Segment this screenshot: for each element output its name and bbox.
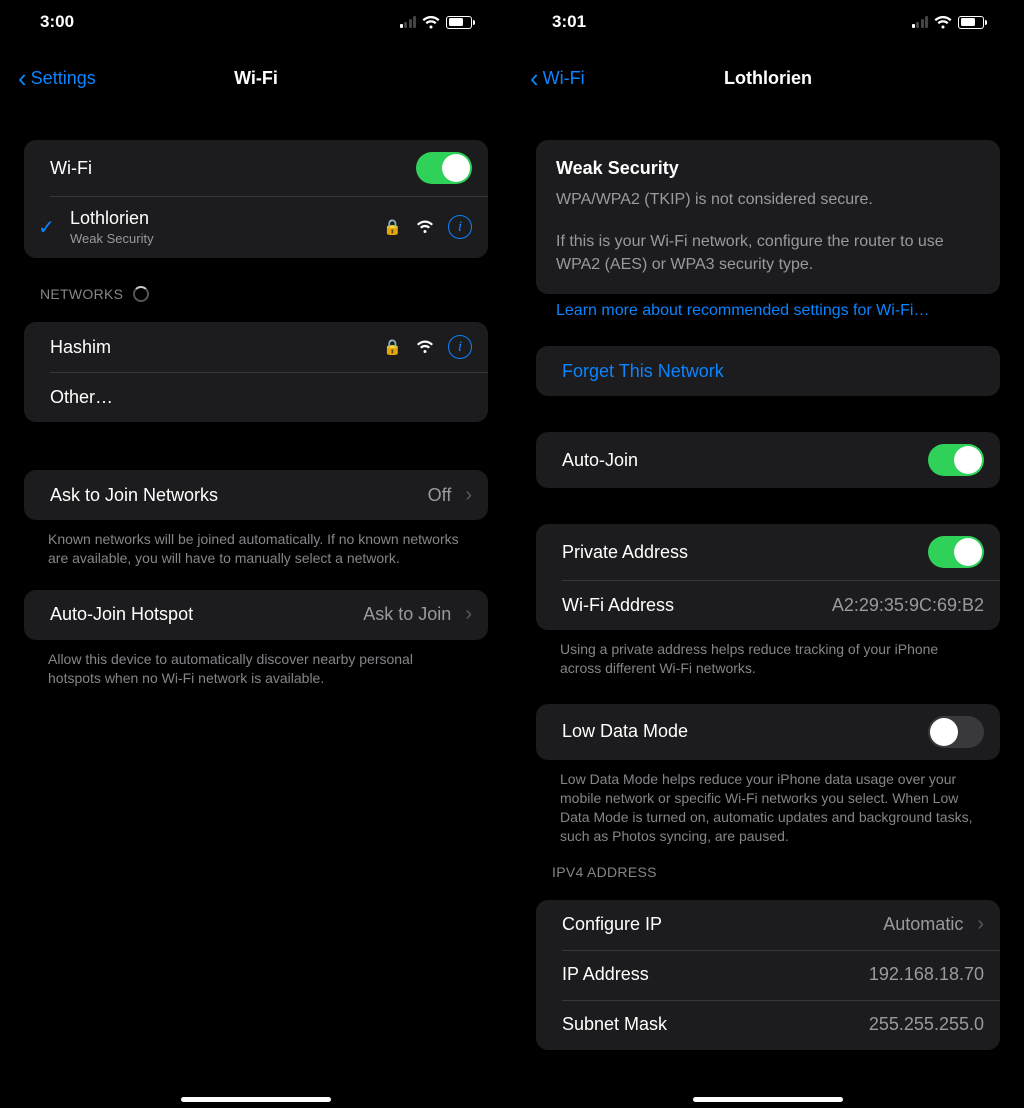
info-icon[interactable]: i [448,215,472,239]
network-detail-screen: 3:01 ‹ Wi-Fi Lothlorien Weak Security WP… [512,0,1024,1108]
lock-icon: 🔒 [383,338,402,356]
hotspot-value: Ask to Join [363,604,451,625]
auto-join-label: Auto-Join [562,450,638,471]
private-address-group: Private Address Wi-Fi Address A2:29:35:9… [536,524,1000,630]
other-label: Other… [50,387,113,408]
battery-icon [446,16,472,29]
low-data-label: Low Data Mode [562,721,688,742]
info-icon[interactable]: i [448,335,472,359]
status-time: 3:01 [552,12,586,32]
back-button[interactable]: ‹ Settings [18,65,96,91]
wifi-address-value: A2:29:35:9C:69:B2 [832,595,984,616]
subnet-mask-row: Subnet Mask 255.255.255.0 [536,1000,1000,1050]
ip-address-row: IP Address 192.168.18.70 [536,950,1000,1000]
wifi-icon [934,16,952,29]
network-name: Hashim [50,337,111,358]
hotspot-group: Auto-Join Hotspot Ask to Join › [24,590,488,640]
cellular-icon [400,16,417,28]
auto-join-row[interactable]: Auto-Join [536,432,1000,488]
check-icon: ✓ [38,215,55,240]
chevron-right-icon: › [465,484,472,507]
learn-more-link[interactable]: Learn more about recommended settings fo… [536,294,1000,320]
lock-icon: 🔒 [383,218,402,236]
chevron-left-icon: ‹ [18,65,27,91]
chevron-left-icon: ‹ [530,65,539,91]
connected-name: Lothlorien [70,208,154,229]
ipv4-group: Configure IP Automatic › IP Address 192.… [536,900,1000,1050]
status-bar: 3:00 [24,0,488,44]
hotspot-footer: Allow this device to automatically disco… [24,640,488,688]
connected-network-row[interactable]: ✓ Lothlorien Weak Security 🔒 i [24,196,488,258]
status-bar: 3:01 [536,0,1000,44]
ask-join-value: Off [428,485,452,506]
status-right [912,16,985,29]
status-right [400,16,473,29]
nav-bar: ‹ Settings Wi-Fi [24,52,488,104]
back-label: Wi-Fi [543,68,585,89]
forget-group: Forget This Network [536,346,1000,396]
wifi-icon [422,16,440,29]
wifi-label: Wi-Fi [50,158,92,179]
ipv4-header: IPV4 ADDRESS [536,864,1000,880]
status-time: 3:00 [40,12,74,32]
low-data-group: Low Data Mode [536,704,1000,760]
wifi-settings-screen: 3:00 ‹ Settings Wi-Fi Wi-Fi ✓ Lothlorien [0,0,512,1108]
wifi-toggle-group: Wi-Fi ✓ Lothlorien Weak Security 🔒 i [24,140,488,258]
hotspot-label: Auto-Join Hotspot [50,604,193,625]
networks-header: NETWORKS [24,286,488,302]
wifi-address-label: Wi-Fi Address [562,595,674,616]
security-line2: If this is your Wi-Fi network, configure… [556,231,980,276]
home-indicator[interactable] [693,1097,843,1102]
back-label: Settings [31,68,96,89]
auto-join-toggle[interactable] [928,444,984,476]
ask-join-label: Ask to Join Networks [50,485,218,506]
configure-ip-value: Automatic [883,914,963,935]
forget-label: Forget This Network [562,361,724,382]
private-address-toggle[interactable] [928,536,984,568]
security-warning: Weak Security WPA/WPA2 (TKIP) is not con… [536,140,1000,294]
chevron-right-icon: › [977,913,984,936]
connected-sub: Weak Security [70,231,154,246]
nav-bar: ‹ Wi-Fi Lothlorien [536,52,1000,104]
home-indicator[interactable] [181,1097,331,1102]
network-row[interactable]: Hashim 🔒 i [24,322,488,372]
wifi-toggle-row[interactable]: Wi-Fi [24,140,488,196]
page-title: Lothlorien [536,68,1000,89]
back-button[interactable]: ‹ Wi-Fi [530,65,585,91]
low-data-row[interactable]: Low Data Mode [536,704,1000,760]
security-title: Weak Security [556,158,980,179]
ip-address-label: IP Address [562,964,649,985]
auto-join-group: Auto-Join [536,432,1000,488]
configure-ip-row[interactable]: Configure IP Automatic › [536,900,1000,950]
cellular-icon [912,16,929,28]
ip-address-value: 192.168.18.70 [869,964,984,985]
ask-join-group: Ask to Join Networks Off › [24,470,488,520]
forget-network-row[interactable]: Forget This Network [536,346,1000,396]
security-line1: WPA/WPA2 (TKIP) is not considered secure… [556,189,980,211]
subnet-label: Subnet Mask [562,1014,667,1035]
spinner-icon [133,286,149,302]
wifi-toggle[interactable] [416,152,472,184]
battery-icon [958,16,984,29]
private-address-footer: Using a private address helps reduce tra… [536,630,1000,678]
low-data-footer: Low Data Mode helps reduce your iPhone d… [536,760,1000,846]
hotspot-row[interactable]: Auto-Join Hotspot Ask to Join › [24,590,488,640]
other-network-row[interactable]: Other… [24,372,488,422]
private-address-label: Private Address [562,542,688,563]
wifi-address-row: Wi-Fi Address A2:29:35:9C:69:B2 [536,580,1000,630]
networks-header-label: NETWORKS [40,286,123,302]
ask-join-footer: Known networks will be joined automatica… [24,520,488,568]
wifi-strength-icon [416,340,434,354]
low-data-toggle[interactable] [928,716,984,748]
networks-group: Hashim 🔒 i Other… [24,322,488,422]
chevron-right-icon: › [465,603,472,626]
ask-join-row[interactable]: Ask to Join Networks Off › [24,470,488,520]
private-address-row[interactable]: Private Address [536,524,1000,580]
configure-ip-label: Configure IP [562,914,662,935]
wifi-strength-icon [416,220,434,234]
subnet-value: 255.255.255.0 [869,1014,984,1035]
